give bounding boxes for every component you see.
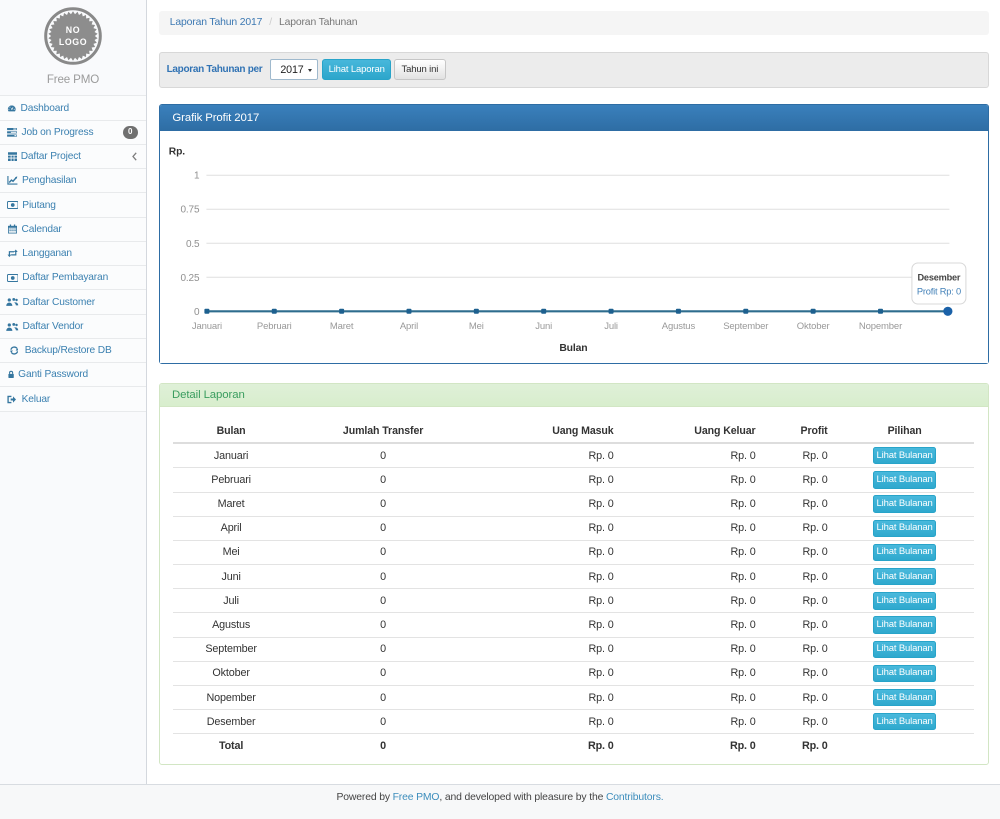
svg-text:Agustus: Agustus (661, 321, 695, 332)
svg-text:Juli: Juli (604, 321, 618, 332)
svg-text:LOGO: LOGO (59, 37, 87, 47)
svg-text:1: 1 (194, 171, 200, 182)
svg-text:Mei: Mei (469, 321, 484, 332)
svg-text:Rp.: Rp. (168, 147, 184, 158)
svg-text:0: 0 (194, 307, 200, 318)
svg-text:Juni: Juni (535, 321, 552, 332)
svg-text:Profit Rp: 0: Profit Rp: 0 (916, 287, 960, 297)
svg-text:September: September (723, 321, 768, 332)
svg-text:Bulan: Bulan (559, 343, 587, 354)
svg-text:0.5: 0.5 (186, 239, 200, 250)
svg-text:NO: NO (66, 25, 80, 35)
svg-text:Januari: Januari (191, 321, 221, 332)
svg-text:Oktober: Oktober (796, 321, 829, 332)
svg-text:0.75: 0.75 (180, 205, 199, 216)
svg-text:April: April (399, 321, 417, 332)
svg-text:Pebruari: Pebruari (256, 321, 291, 332)
svg-text:Desember: Desember (917, 273, 960, 283)
svg-text:0.25: 0.25 (180, 273, 199, 284)
svg-text:Maret: Maret (329, 321, 353, 332)
svg-text:Nopember: Nopember (859, 321, 902, 332)
